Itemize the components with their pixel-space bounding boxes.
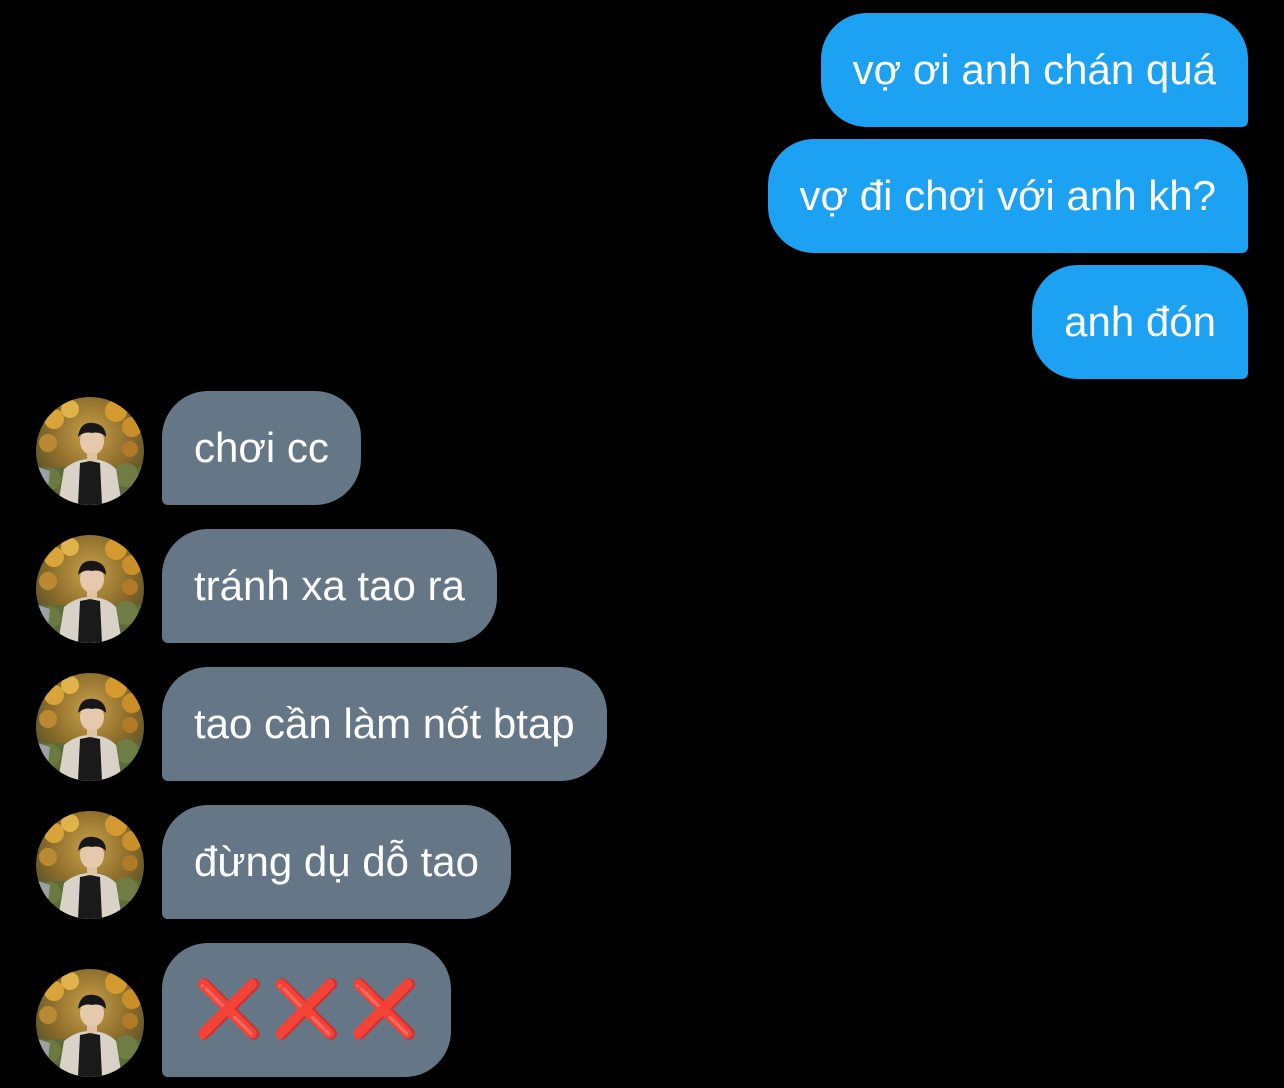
avatar[interactable]: [36, 535, 144, 643]
outgoing-message-bubble[interactable]: vợ đi chơi với anh kh?: [767, 139, 1248, 253]
message-text: tránh xa tao ra: [194, 562, 465, 609]
message-text: vợ đi chơi với anh kh?: [799, 172, 1216, 219]
message-text: chơi cc: [194, 424, 329, 471]
message-row-incoming: tránh xa tao ra: [36, 529, 497, 643]
incoming-message-bubble[interactable]: đừng dụ dỗ tao: [162, 805, 512, 919]
incoming-message-bubble[interactable]: chơi cc: [162, 391, 361, 505]
message-row-incoming: ❌ ❌ ❌: [36, 943, 452, 1077]
message-text: đừng dụ dỗ tao: [194, 838, 480, 885]
avatar[interactable]: [36, 811, 144, 919]
avatar[interactable]: [36, 673, 144, 781]
message-row-incoming: tao cần làm nốt btap: [36, 667, 607, 781]
message-row-incoming: đừng dụ dỗ tao: [36, 805, 512, 919]
incoming-message-bubble[interactable]: ❌ ❌ ❌: [162, 943, 452, 1077]
message-text: vợ ơi anh chán quá: [852, 46, 1216, 93]
incoming-message-bubble[interactable]: tránh xa tao ra: [162, 529, 497, 643]
message-text: anh đón: [1064, 298, 1216, 345]
incoming-message-bubble[interactable]: tao cần làm nốt btap: [162, 667, 607, 781]
message-row-outgoing: vợ đi chơi với anh kh?: [767, 139, 1248, 253]
message-row-outgoing: anh đón: [1032, 265, 1248, 379]
message-row-outgoing: vợ ơi anh chán quá: [820, 13, 1248, 127]
emoji-group: ❌ ❌ ❌: [194, 977, 420, 1042]
cross-mark-icon: ❌: [194, 977, 264, 1042]
avatar[interactable]: [36, 397, 144, 505]
cross-mark-icon: ❌: [349, 977, 420, 1042]
chat-thread: vợ ơi anh chán quá vợ đi chơi với anh kh…: [0, 0, 1284, 1088]
outgoing-message-bubble[interactable]: vợ ơi anh chán quá: [820, 13, 1248, 127]
cross-mark-icon: ❌: [271, 977, 342, 1042]
message-text: tao cần làm nốt btap: [194, 700, 575, 747]
message-row-incoming: chơi cc: [36, 391, 361, 505]
outgoing-message-bubble[interactable]: anh đón: [1032, 265, 1248, 379]
avatar[interactable]: [36, 969, 144, 1077]
